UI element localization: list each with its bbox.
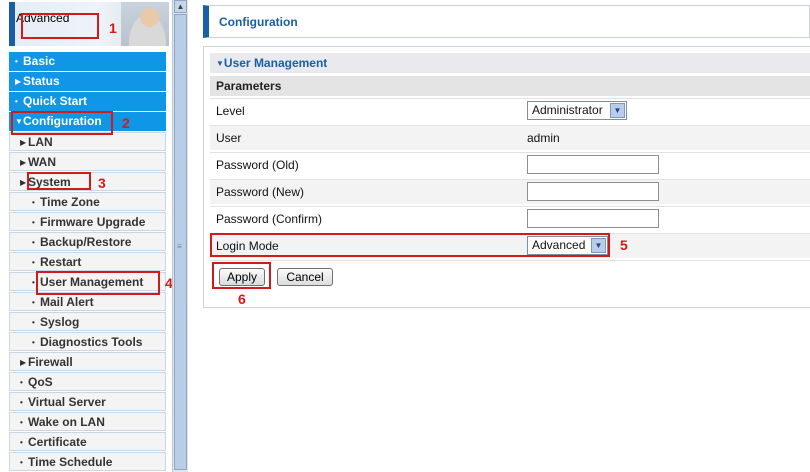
- password-confirm-label: Password (Confirm): [216, 212, 323, 226]
- expand-arrow-icon: ▶: [20, 138, 27, 147]
- bullet-icon: •: [32, 318, 35, 327]
- annotation-box-5: [210, 233, 610, 257]
- password-old-row: Password (Old): [210, 152, 810, 177]
- bullet-icon: •: [15, 97, 18, 106]
- sidebar-scrollbar[interactable]: ▲ ≡: [172, 0, 188, 472]
- sidebar-item-time-zone[interactable]: • Time Zone: [9, 192, 166, 211]
- expand-arrow-icon: ▶: [15, 77, 22, 86]
- annotation-box-3: [27, 172, 91, 190]
- user-value: admin: [527, 131, 560, 145]
- sidebar-item-backup-restore[interactable]: • Backup/Restore: [9, 232, 166, 251]
- sidebar-item-label: Time Zone: [40, 195, 100, 209]
- bullet-icon: •: [32, 338, 35, 347]
- annotation-box-2: [11, 111, 113, 135]
- sidebar-item-label: Syslog: [40, 315, 80, 329]
- sidebar-item-label: Firewall: [28, 355, 73, 369]
- sidebar-item-time-schedule[interactable]: • Time Schedule: [9, 452, 166, 471]
- button-row: Apply Cancel: [210, 260, 810, 292]
- banner-photo: [121, 2, 169, 46]
- level-select[interactable]: Administrator ▼: [527, 101, 627, 120]
- sidebar-item-label: WAN: [28, 155, 56, 169]
- sidebar-item-firmware-upgrade[interactable]: • Firmware Upgrade: [9, 212, 166, 231]
- sidebar-item-label: Time Schedule: [28, 455, 113, 469]
- bullet-icon: •: [20, 378, 23, 387]
- sidebar-item-label: QoS: [28, 375, 53, 389]
- page-title-bar: Configuration: [203, 5, 810, 38]
- section-title-text: User Management: [223, 56, 328, 70]
- expand-arrow-icon: ▶: [20, 158, 27, 167]
- scroll-up-arrow-icon[interactable]: ▲: [174, 0, 187, 13]
- password-confirm-row: Password (Confirm): [210, 206, 810, 231]
- sidebar-item-label: Certificate: [28, 435, 87, 449]
- sidebar-item-label: LAN: [28, 135, 53, 149]
- sidebar-item-label: Quick Start: [23, 94, 88, 108]
- sidebar-item-qos[interactable]: • QoS: [9, 372, 166, 391]
- user-row: User admin: [210, 125, 810, 150]
- sidebar-item-restart[interactable]: • Restart: [9, 252, 166, 271]
- sidebar-item-diagnostics-tools[interactable]: • Diagnostics Tools: [9, 332, 166, 351]
- sidebar-item-label: Restart: [40, 255, 82, 269]
- sidebar-item-label: Wake on LAN: [28, 415, 105, 429]
- sidebar-item-label: Virtual Server: [28, 395, 106, 409]
- password-new-label: Password (New): [216, 185, 305, 199]
- bullet-icon: •: [32, 258, 35, 267]
- annotation-number-3: 3: [98, 175, 106, 191]
- password-confirm-field[interactable]: [527, 209, 659, 228]
- bullet-icon: •: [20, 438, 23, 447]
- scrollbar-thumb[interactable]: ≡: [174, 14, 187, 470]
- sidebar-item-label: Basic: [23, 54, 56, 68]
- level-select-value: Administrator: [532, 103, 603, 117]
- scrollbar-grip-icon: ≡: [177, 242, 182, 251]
- annotation-number-1: 1: [109, 20, 117, 36]
- annotation-number-5: 5: [620, 237, 628, 253]
- sidebar-item-label: Status: [23, 74, 60, 88]
- bullet-icon: •: [32, 298, 35, 307]
- cancel-button[interactable]: Cancel: [277, 268, 333, 286]
- user-management-panel: ▼User Management Parameters Level Admini…: [203, 46, 810, 308]
- parameters-header: Parameters: [210, 76, 810, 96]
- password-new-field[interactable]: [527, 182, 659, 201]
- annotation-number-6: 6: [238, 291, 246, 307]
- sidebar-item-wan[interactable]: ▶ WAN: [9, 152, 166, 171]
- chevron-down-icon: ▼: [610, 103, 625, 118]
- annotation-number-2: 2: [122, 115, 130, 131]
- sidebar-item-firewall[interactable]: ▶ Firewall: [9, 352, 166, 371]
- bullet-icon: •: [20, 398, 23, 407]
- sidebar-item-label: Diagnostics Tools: [40, 335, 143, 349]
- sidebar-item-quick-start[interactable]: • Quick Start: [9, 92, 166, 111]
- annotation-box-6: [212, 262, 271, 289]
- sidebar-item-label: Mail Alert: [40, 295, 94, 309]
- page-title: Configuration: [219, 15, 298, 29]
- left-navigation: Advanced 1 • Basic ▶ Status • Quick Start ▼Con…: [0, 0, 173, 472]
- section-header[interactable]: ▼User Management: [210, 53, 810, 73]
- expand-arrow-icon: ▶: [20, 358, 27, 367]
- level-label: Level: [216, 104, 245, 118]
- sidebar-item-virtual-server[interactable]: • Virtual Server: [9, 392, 166, 411]
- annotation-box-1: [21, 13, 99, 39]
- user-label: User: [216, 131, 242, 145]
- bullet-icon: •: [32, 218, 35, 227]
- bullet-icon: •: [15, 57, 18, 66]
- sidebar-item-label: Backup/Restore: [40, 235, 132, 249]
- password-old-field[interactable]: [527, 155, 659, 174]
- sidebar-item-basic[interactable]: • Basic: [9, 52, 166, 71]
- sidebar-item-wake-on-lan[interactable]: • Wake on LAN: [9, 412, 166, 431]
- annotation-box-4: [36, 271, 160, 295]
- sidebar-item-status[interactable]: ▶ Status: [9, 72, 166, 91]
- sidebar-item-certificate[interactable]: • Certificate: [9, 432, 166, 451]
- section-title: ▼User Management: [216, 56, 327, 70]
- bullet-icon: •: [20, 458, 23, 467]
- bullet-icon: •: [32, 198, 35, 207]
- sidebar-item-label: Firmware Upgrade: [40, 215, 146, 229]
- bullet-icon: •: [20, 418, 23, 427]
- password-old-label: Password (Old): [216, 158, 299, 172]
- sidebar-item-syslog[interactable]: • Syslog: [9, 312, 166, 331]
- password-new-row: Password (New): [210, 179, 810, 204]
- bullet-icon: •: [32, 238, 35, 247]
- collapse-triangle-icon: ▼: [216, 59, 224, 68]
- level-row: Level Administrator ▼: [210, 98, 810, 123]
